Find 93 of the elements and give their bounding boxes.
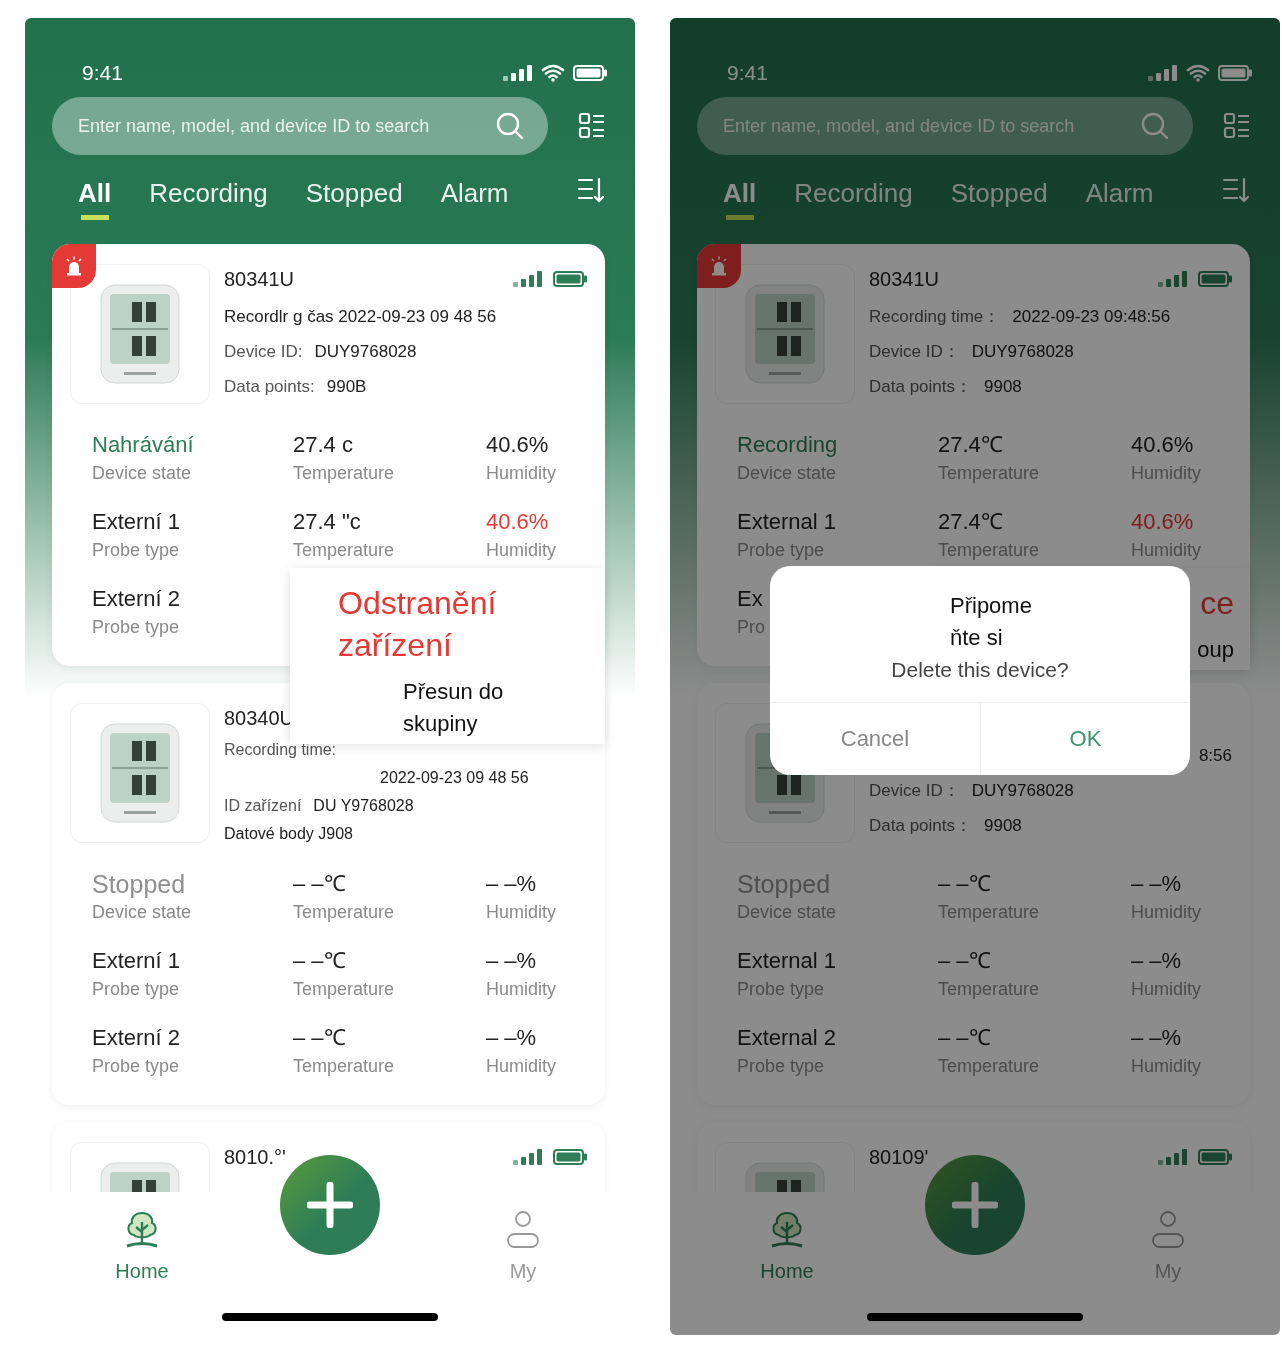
info-value: Datové body J908 [224,824,353,844]
device-name: 80341U [224,267,295,291]
reading-label: Humidity [486,462,557,485]
reading-value: Stopped [92,869,187,899]
reading-value: Nahrávání [92,431,195,459]
reading-value: – –% [1131,1024,1183,1052]
reading-value: 27.4 "c [293,508,362,536]
reading-label: Humidity [1131,901,1202,924]
reading-label: Temperature [938,978,1041,1001]
reading-value: – –% [486,870,538,898]
reading-value: – –℃ [938,1024,992,1052]
reading-value: – –% [1131,947,1183,975]
reading-label: Probe type [737,539,826,562]
info-label: Recording time： [869,306,1001,328]
status-time: 9:41 [727,61,768,86]
reading-label: Temperature [938,901,1041,924]
info-label: Data points： [869,376,972,398]
info-value: 990B [326,376,367,398]
reading-label: Device state [737,462,838,485]
reading-value: – –℃ [938,870,992,898]
info-label: Recording time: [224,740,337,760]
info-value: Recordlr g čas 2022-09-23 09 48 56 [224,306,497,328]
info-value: 9908 [984,815,1022,837]
reading-label: Probe type [92,1055,181,1078]
reading-value: External 1 [737,508,838,536]
reading-label: Humidity [1131,462,1202,485]
reading-label: Temperature [293,462,396,485]
reading-label: Temperature [293,978,396,1001]
reading-value: 40.6% [486,431,550,459]
reading-value: 40.6% [1131,508,1195,536]
reading-value: 27.4 c [293,431,354,459]
reading-label: Device state [737,901,838,924]
info-value: DU Y9768028 [313,796,414,816]
reading-value: Externí 1 [92,947,182,975]
reading-label: Pro [737,616,766,639]
info-label: Data points： [869,815,972,837]
reading-label: Humidity [1131,539,1202,562]
reading-value: – –% [486,1024,538,1052]
reading-label: Temperature [938,539,1041,562]
info-value: DUY9768028 [314,341,417,363]
reading-label: Probe type [92,978,181,1001]
reading-value: Ex [737,585,764,613]
device-name: 80109' [869,1145,929,1169]
reading-value: – –% [486,947,538,975]
reading-value: – –℃ [293,947,347,975]
reading-value: – –℃ [293,1024,347,1052]
reading-label: Humidity [486,901,557,924]
reading-value: 27.4℃ [938,508,1004,536]
info-value: 2022-09-23 09 48 56 [380,768,529,788]
reading-label: Temperature [293,539,396,562]
reading-value: – –℃ [938,947,992,975]
reading-value: 27.4℃ [938,431,1004,459]
reading-label: Humidity [486,539,557,562]
reading-label: Humidity [486,978,557,1001]
reading-value: Recording [737,431,839,459]
reading-label: Device state [92,462,193,485]
info-label: Device ID: [224,341,303,363]
device-name: 80341U [869,267,940,291]
reading-label: Probe type [92,616,181,639]
info-value: DUY9768028 [971,341,1074,363]
reading-label: Temperature [938,462,1041,485]
reading-value: 40.6% [1131,431,1195,459]
reading-value: – –℃ [293,870,347,898]
reading-label: Humidity [1131,978,1202,1001]
info-value: 2022-09-23 09:48:56 [1012,306,1171,328]
reading-label: Device state [92,901,193,924]
reading-label: Probe type [737,1055,826,1078]
info-value: DUY9768028 [971,780,1074,802]
reading-value: External 2 [737,1024,838,1052]
reading-value: Externí 2 [92,585,182,613]
device-name: 8010.°' [224,1145,286,1169]
reading-value: 40.6% [486,508,550,536]
info-label: ID zařízení [224,796,302,816]
reading-label: Temperature [293,901,396,924]
dialog-title: Připome ňte si [950,592,1033,652]
reading-label: Temperature [938,1055,1041,1078]
reading-value: – –% [1131,870,1183,898]
reading-label: Probe type [737,978,826,1001]
info-label: Device ID： [869,780,960,802]
reading-value: External 1 [737,947,838,975]
reading-value: Externí 2 [92,1024,182,1052]
reading-label: Humidity [1131,1055,1202,1078]
reading-label: Temperature [293,1055,396,1078]
info-value: 8:56 [1198,745,1232,767]
device-name: 80340U [224,706,295,730]
info-value: 9908 [984,376,1022,398]
reading-label: Probe type [92,539,181,562]
status-time: 9:41 [82,61,123,86]
reading-value: Stopped [737,869,832,899]
reading-label: Humidity [486,1055,557,1078]
info-label: Device ID： [869,341,960,363]
reading-value: Externí 1 [92,508,182,536]
info-label: Data points: [224,376,315,398]
